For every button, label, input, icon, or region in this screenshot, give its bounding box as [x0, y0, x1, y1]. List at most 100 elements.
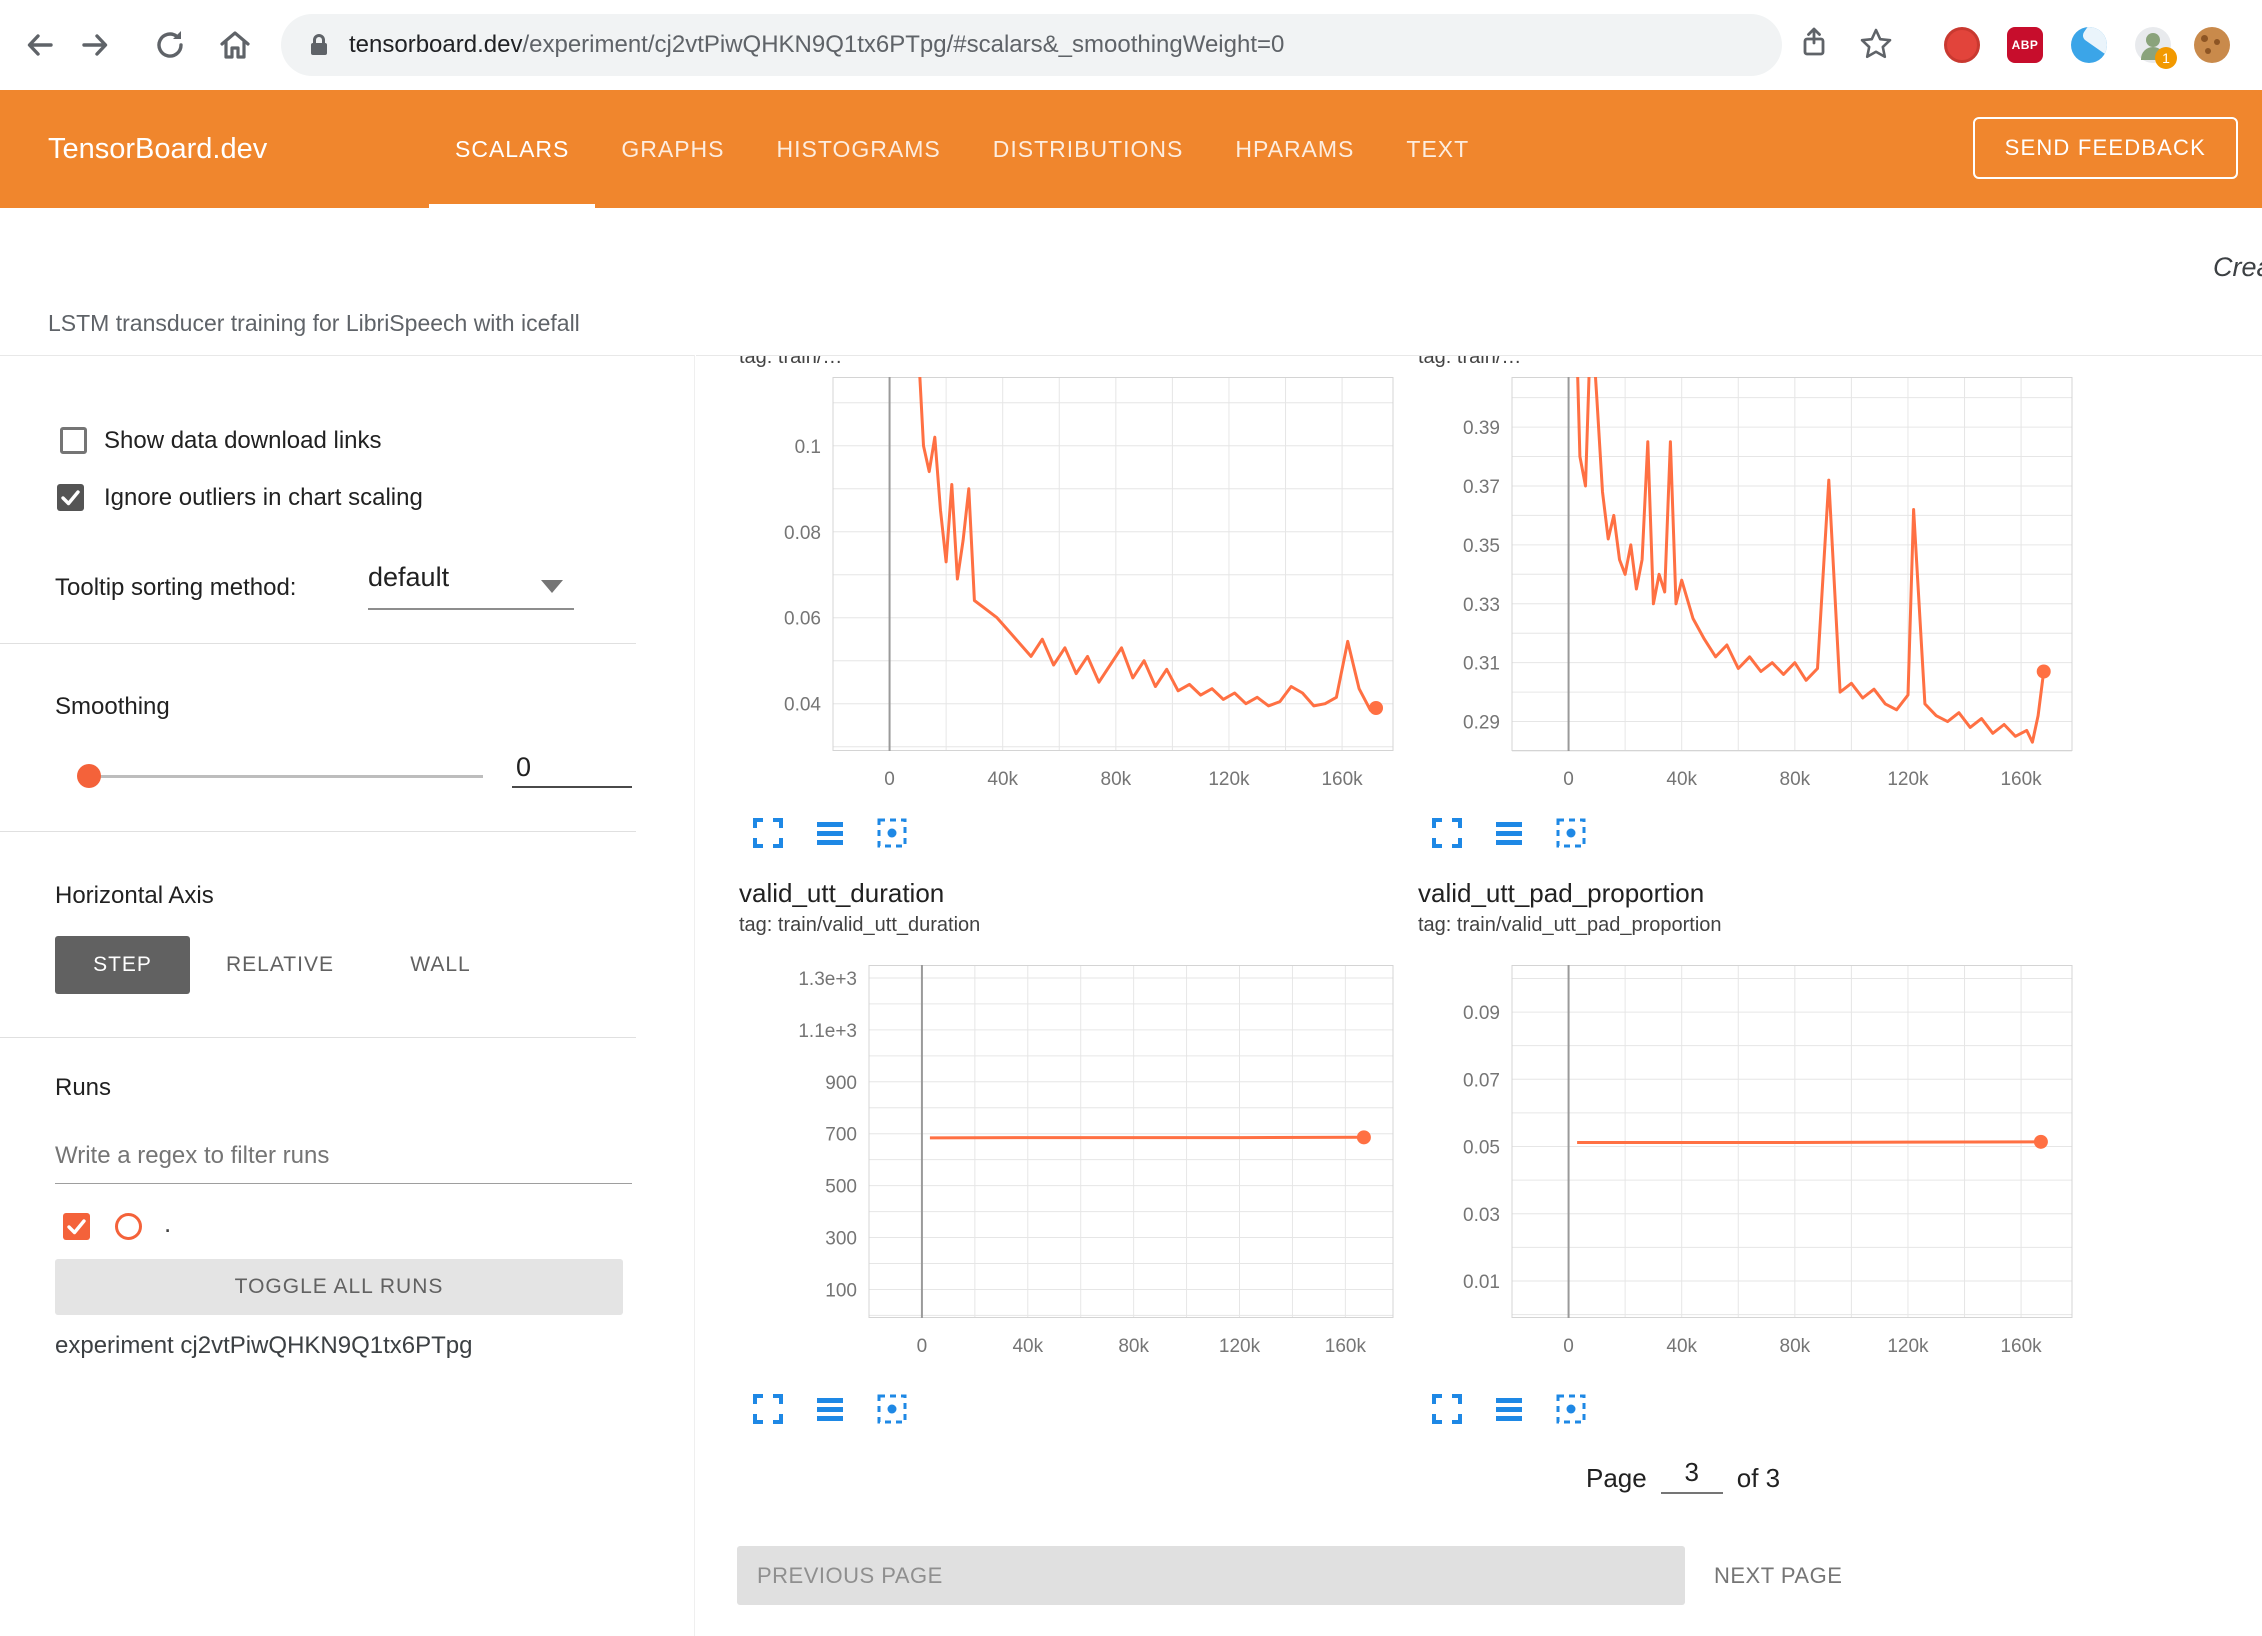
svg-text:0.33: 0.33 — [1463, 595, 1500, 616]
experiment-name: experiment cj2vtPiwQHKN9Q1tx6PTpg — [55, 1332, 473, 1360]
tab-scalars[interactable]: SCALARS — [429, 90, 595, 208]
address-bar[interactable]: tensorboard.dev/experiment/cj2vtPiwQHKN9… — [281, 14, 1782, 76]
svg-text:1.1e+3: 1.1e+3 — [798, 1021, 857, 1042]
data-table-icon[interactable] — [1492, 1392, 1526, 1426]
svg-text:160k: 160k — [2000, 769, 2042, 790]
extension-cookie-icon[interactable] — [2194, 27, 2230, 63]
chart-3-actions — [751, 1392, 909, 1426]
tensorboard-header: TensorBoard.dev SCALARS GRAPHS HISTOGRAM… — [0, 90, 2262, 208]
previous-page-button[interactable]: PREVIOUS PAGE — [737, 1546, 1685, 1605]
svg-text:80k: 80k — [1780, 769, 1811, 790]
svg-text:120k: 120k — [1887, 769, 1929, 790]
run-checkbox[interactable] — [63, 1213, 90, 1240]
divider — [0, 643, 636, 644]
avatar-badge: 1 — [2155, 47, 2177, 69]
svg-text:40k: 40k — [1012, 1336, 1043, 1357]
chart-plot-3[interactable]: 040k80k120k160k1003005007009001.1e+31.3e… — [700, 965, 1400, 1368]
home-icon[interactable] — [217, 27, 253, 63]
ignore-outliers-label: Ignore outliers in chart scaling — [104, 484, 423, 512]
page-input[interactable] — [1661, 1451, 1723, 1494]
page-label: Page — [1586, 1463, 1647, 1494]
svg-text:120k: 120k — [1219, 1336, 1261, 1357]
tooltip-sorting-select[interactable]: default — [368, 562, 449, 593]
svg-text:0.08: 0.08 — [784, 523, 821, 544]
svg-text:160k: 160k — [1321, 769, 1363, 790]
svg-text:0.1: 0.1 — [795, 437, 821, 458]
run-color-swatch[interactable] — [115, 1213, 142, 1240]
svg-text:0.31: 0.31 — [1463, 654, 1500, 675]
tooltip-sorting-label: Tooltip sorting method: — [55, 574, 296, 602]
browser-toolbar: tensorboard.dev/experiment/cj2vtPiwQHKN9… — [0, 0, 2262, 90]
horizontal-axis-label: Horizontal Axis — [55, 882, 214, 910]
chart-plot-2[interactable]: 040k80k120k160k0.290.310.330.350.370.39 — [1379, 377, 2079, 801]
profile-avatar[interactable]: 1 — [2135, 27, 2171, 63]
fit-domain-icon[interactable] — [875, 1392, 909, 1426]
svg-text:0.07: 0.07 — [1463, 1070, 1500, 1091]
svg-text:80k: 80k — [1118, 1336, 1149, 1357]
reload-icon[interactable] — [152, 27, 188, 63]
extension-blue-icon[interactable] — [2071, 27, 2107, 63]
svg-text:0.03: 0.03 — [1463, 1205, 1500, 1226]
show-download-checkbox[interactable] — [60, 427, 87, 454]
svg-text:0: 0 — [1563, 1336, 1574, 1357]
svg-text:0.01: 0.01 — [1463, 1272, 1500, 1293]
data-table-icon[interactable] — [813, 1392, 847, 1426]
tab-distributions[interactable]: DISTRIBUTIONS — [967, 90, 1210, 208]
svg-text:0: 0 — [1563, 769, 1574, 790]
nav-tabs: SCALARS GRAPHS HISTOGRAMS DISTRIBUTIONS … — [429, 90, 1495, 208]
back-icon[interactable] — [22, 27, 58, 63]
svg-text:40k: 40k — [1666, 1336, 1697, 1357]
fit-domain-icon[interactable] — [1554, 1392, 1588, 1426]
chart-plot-1[interactable]: 040k80k120k160k0.040.060.080.1 — [700, 377, 1400, 801]
axis-step-button[interactable]: STEP — [55, 936, 190, 994]
fit-domain-icon[interactable] — [1554, 816, 1588, 850]
extension-adblock-icon[interactable] — [1944, 27, 1980, 63]
svg-text:700: 700 — [825, 1125, 857, 1146]
axis-wall-button[interactable]: WALL — [398, 936, 483, 994]
fullscreen-icon[interactable] — [1430, 816, 1464, 850]
fullscreen-icon[interactable] — [751, 816, 785, 850]
abp-label: ABP — [2012, 38, 2039, 52]
chevron-down-icon[interactable] — [541, 580, 563, 593]
dropdown-underline — [368, 608, 574, 610]
charts-panel: tag: train/… 040k80k120k160k0.040.060.08… — [696, 355, 2262, 1636]
tab-histograms[interactable]: HISTOGRAMS — [751, 90, 967, 208]
next-page-button[interactable]: NEXT PAGE — [1714, 1546, 1842, 1605]
clipped-right-text: Crea — [2213, 252, 2262, 283]
svg-text:100: 100 — [825, 1280, 857, 1301]
chart-1-actions — [751, 816, 909, 850]
toggle-all-runs-button[interactable]: TOGGLE ALL RUNS — [55, 1259, 623, 1315]
data-table-icon[interactable] — [813, 816, 847, 850]
bookmark-star-icon[interactable] — [1858, 26, 1894, 62]
ignore-outliers-checkbox[interactable] — [57, 484, 84, 511]
svg-text:300: 300 — [825, 1229, 857, 1250]
extension-abp-icon[interactable]: ABP — [2007, 27, 2043, 63]
divider — [0, 831, 636, 832]
fullscreen-icon[interactable] — [751, 1392, 785, 1426]
tab-text[interactable]: TEXT — [1380, 90, 1495, 208]
chart-tag-clipped: tag: train/… — [739, 355, 842, 369]
svg-text:0.29: 0.29 — [1463, 713, 1500, 734]
fit-domain-icon[interactable] — [875, 816, 909, 850]
share-icon[interactable] — [1796, 25, 1832, 61]
svg-text:120k: 120k — [1887, 1336, 1929, 1357]
chart-plot-4[interactable]: 040k80k120k160k0.010.030.050.070.09 — [1379, 965, 2079, 1368]
data-table-icon[interactable] — [1492, 816, 1526, 850]
svg-text:120k: 120k — [1208, 769, 1250, 790]
svg-text:40k: 40k — [1666, 769, 1697, 790]
tab-graphs[interactable]: GRAPHS — [595, 90, 750, 208]
smoothing-slider-track[interactable] — [88, 775, 483, 778]
svg-text:160k: 160k — [1325, 1336, 1367, 1357]
fullscreen-icon[interactable] — [1430, 1392, 1464, 1426]
svg-text:500: 500 — [825, 1177, 857, 1198]
smoothing-value-input[interactable] — [512, 748, 632, 788]
divider — [0, 1037, 636, 1038]
svg-text:80k: 80k — [1101, 769, 1132, 790]
runs-filter-input[interactable] — [55, 1128, 632, 1184]
smoothing-slider-thumb[interactable] — [77, 764, 101, 788]
svg-text:1.3e+3: 1.3e+3 — [798, 969, 857, 990]
tab-hparams[interactable]: HPARAMS — [1209, 90, 1380, 208]
forward-icon[interactable] — [77, 27, 113, 63]
axis-relative-button[interactable]: RELATIVE — [210, 936, 350, 994]
send-feedback-button[interactable]: SEND FEEDBACK — [1973, 117, 2238, 179]
